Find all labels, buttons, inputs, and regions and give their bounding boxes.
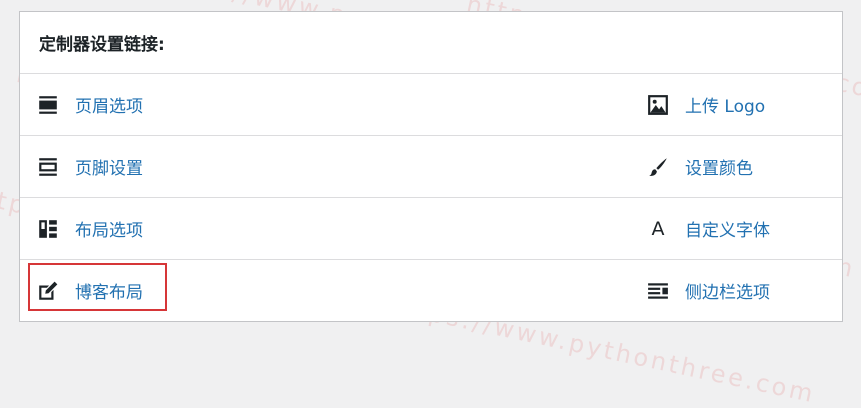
upload-logo-link[interactable]: 上传 Logo xyxy=(647,74,765,135)
panel-title: 定制器设置链接: xyxy=(39,35,165,55)
header-icon xyxy=(37,94,59,116)
customizer-links-panel: 定制器设置链接: 页眉选项 上传 Logo 页脚设置 设置颜色 布局选项 A 自… xyxy=(19,11,843,322)
links-row: 页眉选项 上传 Logo xyxy=(20,74,842,136)
sidebar-options-label: 侧边栏选项 xyxy=(685,283,770,303)
blog-layout-label: 博客布局 xyxy=(75,283,143,303)
set-colors-label: 设置颜色 xyxy=(685,159,753,179)
blog-layout-link[interactable]: 博客布局 xyxy=(37,260,143,321)
footer-icon xyxy=(37,156,59,178)
links-row: 布局选项 A 自定义字体 xyxy=(20,198,842,260)
image-icon xyxy=(647,94,669,116)
edit-icon xyxy=(37,280,59,302)
panel-header: 定制器设置链接: xyxy=(20,12,842,74)
custom-fonts-label: 自定义字体 xyxy=(685,221,770,241)
sidebar-icon xyxy=(647,280,669,302)
layout-options-label: 布局选项 xyxy=(75,221,143,241)
sidebar-options-link[interactable]: 侧边栏选项 xyxy=(647,260,770,321)
layout-options-link[interactable]: 布局选项 xyxy=(37,198,143,259)
header-options-link[interactable]: 页眉选项 xyxy=(37,74,143,135)
footer-settings-label: 页脚设置 xyxy=(75,159,143,179)
set-colors-link[interactable]: 设置颜色 xyxy=(647,136,753,197)
footer-settings-link[interactable]: 页脚设置 xyxy=(37,136,143,197)
custom-fonts-link[interactable]: A 自定义字体 xyxy=(647,198,771,259)
layout-icon xyxy=(37,218,59,240)
brush-icon xyxy=(647,156,669,178)
links-row: 博客布局 侧边栏选项 xyxy=(20,260,842,322)
font-icon: A xyxy=(651,217,665,240)
upload-logo-label: 上传 Logo xyxy=(685,97,766,117)
links-row: 页脚设置 设置颜色 xyxy=(20,136,842,198)
header-options-label: 页眉选项 xyxy=(75,97,143,117)
